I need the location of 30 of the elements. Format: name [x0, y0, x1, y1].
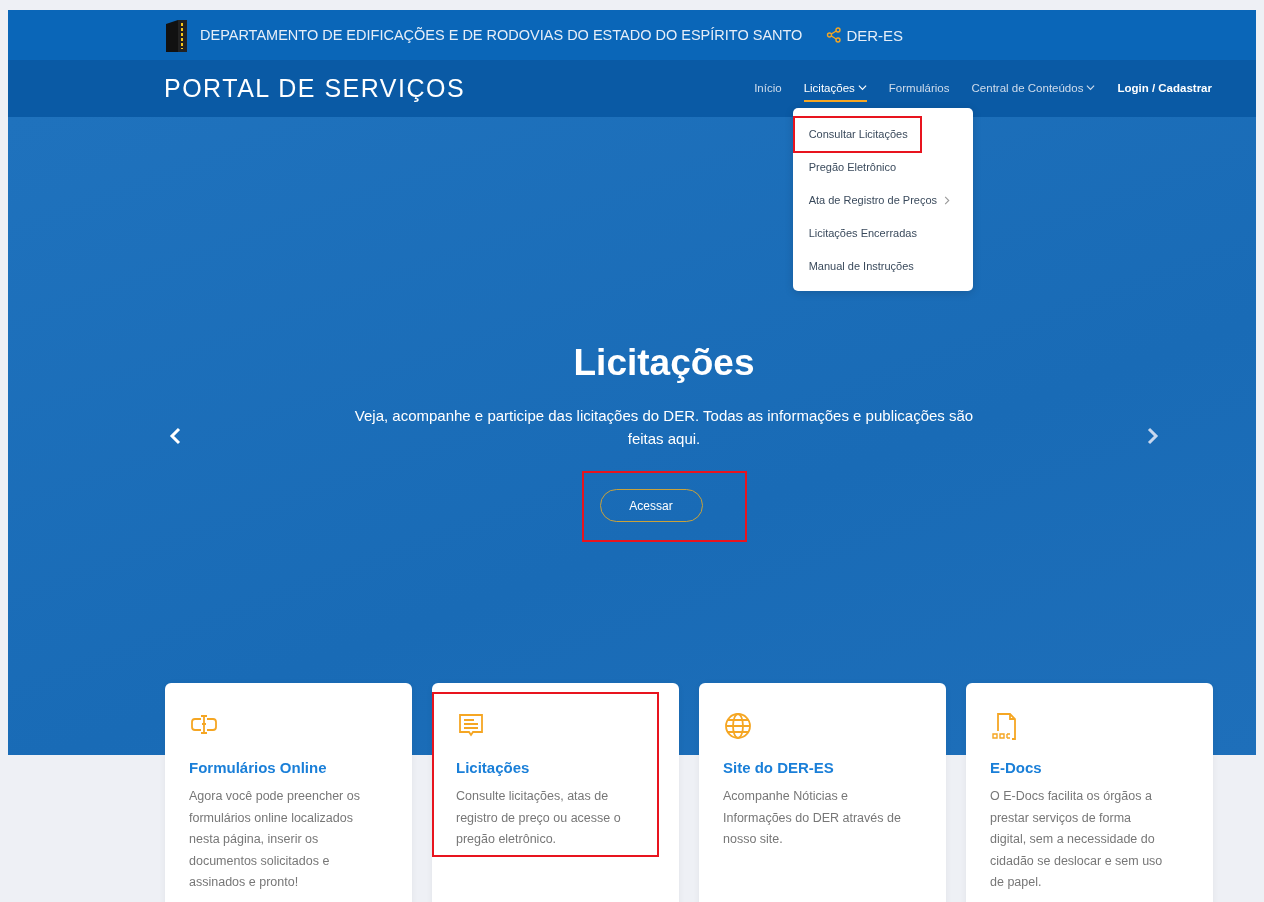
card-title: Formulários Online [189, 759, 328, 776]
service-card[interactable]: Licitações Consulte licitações, atas de registro de preço ou acesse o pregão eletrônico. [432, 683, 679, 902]
menu-item[interactable]: Consultar Licitações [794, 117, 920, 151]
portal-title: PORTAL DE SERVIÇOS [164, 74, 466, 103]
nav-link[interactable]: Central de Conteúdos [971, 75, 1096, 102]
service-card[interactable]: E-Docs O E-Docs facilita os órgãos a prestar serviços de forma digital, sem a necessidade do cidadão se deslocar e sem uso de papel. [966, 683, 1213, 902]
card-title: Licitações [456, 759, 531, 776]
menu-item[interactable]: Ata de Registro de Preços [794, 183, 963, 217]
nav-link[interactable]: Formulários [888, 75, 950, 102]
card-description: Acompanhe Nóticias e Informações do DER através de nosso site. [723, 788, 902, 848]
card-description: Agora você pode preencher os formulários online localizados nesta página, inserir os documentos solicitados e assinados e pronto! [189, 788, 361, 891]
share-label[interactable]: DER-ES [846, 26, 904, 44]
share-icon [826, 27, 843, 43]
service-card[interactable]: Formulários Online Agora você pode preencher os formulários online localizados nesta página, inserir os documentos solicitados e assinados e pronto! [165, 683, 412, 902]
nav-link[interactable]: Licitações [803, 75, 867, 102]
menu-item[interactable]: Pregão Eletrônico [794, 150, 909, 184]
globe-icon [723, 711, 753, 741]
card-description: Consulte licitações, atas de registro de preço ou acesse o pregão eletrônico. [456, 788, 622, 848]
department-title: DEPARTAMENTO DE EDIFICAÇÕES E DE RODOVIAS DO ESTADO DO ESPÍRITO SANTO [200, 27, 803, 43]
service-card[interactable]: Site do DER-ES Acompanhe Nóticias e Informações do DER através de nosso site. [699, 683, 946, 902]
card-description: O E-Docs facilita os órgãos a prestar serviços de forma digital, sem a necessidade do cidadão se deslocar e sem uso de papel. [990, 788, 1164, 891]
menu-item[interactable]: Manual de Instruções [794, 249, 926, 283]
nav-link[interactable]: Início [754, 75, 782, 102]
hero-title: Licitações [573, 342, 755, 384]
hero-description: Veja, acompanhe e participe das licitações do DER. Todas as informações e publicações são feitas aqui. [353, 406, 975, 449]
nav-link[interactable]: Login / Cadastrar [1117, 75, 1212, 102]
card-title: E-Docs [990, 759, 1043, 776]
card-title: Site do DER-ES [723, 759, 835, 776]
menu-item[interactable]: Licitações Encerradas [794, 216, 929, 250]
building-logo-icon [164, 18, 190, 52]
